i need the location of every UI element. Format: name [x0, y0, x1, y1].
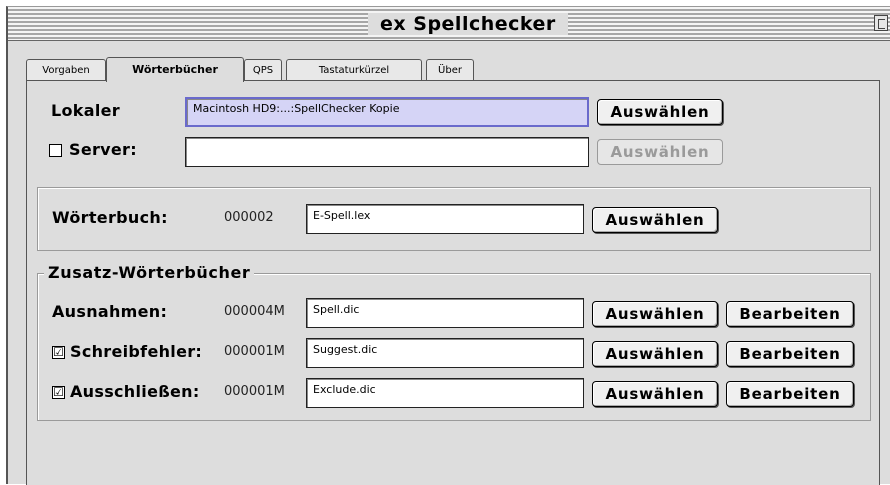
- ausschliessen-label: Ausschließen:: [70, 382, 200, 401]
- window-title: ex Spellchecker: [368, 13, 568, 35]
- ausnahmen-choose-button[interactable]: Auswählen: [592, 301, 718, 327]
- title-bar[interactable]: ex Spellchecker: [8, 7, 890, 41]
- spellchecker-window: ex Spellchecker Vorgaben Wörterbücher QP…: [6, 6, 890, 485]
- ausschliessen-edit-button[interactable]: Bearbeiten: [726, 381, 854, 407]
- woerterbuch-file-field[interactable]: E-Spell.lex: [306, 204, 584, 234]
- zoom-box-icon[interactable]: [874, 15, 888, 31]
- lokaler-path-field[interactable]: Macintosh HD9:...:SpellChecker Kopie: [185, 97, 589, 127]
- main-dictionary-group: Wörterbuch: 000002 E-Spell.lex Auswählen: [37, 187, 871, 251]
- extra-dictionaries-group: Zusatz-Wörterbücher Ausnahmen: 000004M S…: [37, 263, 871, 421]
- schreibfehler-file-field[interactable]: Suggest.dic: [306, 338, 584, 368]
- server-path-field[interactable]: [185, 137, 589, 167]
- tab-tastaturkuerzel[interactable]: Tastaturkürzel: [286, 59, 422, 80]
- schreibfehler-checkbox[interactable]: ☑: [52, 346, 65, 359]
- schreibfehler-label: Schreibfehler:: [70, 342, 203, 361]
- tab-ueber[interactable]: Über: [426, 59, 474, 80]
- server-label: Server:: [69, 140, 137, 159]
- server-checkbox[interactable]: [49, 144, 62, 157]
- lokaler-choose-button[interactable]: Auswählen: [597, 99, 723, 125]
- tab-woerterbuecher[interactable]: Wörterbücher: [106, 57, 244, 82]
- woerterbuch-code: 000002: [224, 210, 274, 225]
- ausschliessen-code: 000001M: [224, 384, 285, 399]
- ausnahmen-file-field[interactable]: Spell.dic: [306, 298, 584, 328]
- server-choose-button[interactable]: Auswählen: [597, 139, 723, 165]
- woerterbuch-label: Wörterbuch:: [52, 208, 168, 227]
- schreibfehler-choose-button[interactable]: Auswählen: [592, 341, 718, 367]
- ausschliessen-choose-button[interactable]: Auswählen: [592, 381, 718, 407]
- woerterbuch-choose-button[interactable]: Auswählen: [592, 207, 718, 233]
- ausschliessen-file-field[interactable]: Exclude.dic: [306, 378, 584, 408]
- tab-vorgaben[interactable]: Vorgaben: [26, 59, 106, 80]
- ausnahmen-code: 000004M: [224, 304, 285, 319]
- ausnahmen-label: Ausnahmen:: [52, 302, 168, 321]
- ausschliessen-checkbox[interactable]: ☑: [52, 386, 65, 399]
- lokaler-label: Lokaler: [51, 101, 120, 120]
- tab-qps[interactable]: QPS: [244, 59, 282, 80]
- ausnahmen-edit-button[interactable]: Bearbeiten: [726, 301, 854, 327]
- schreibfehler-code: 000001M: [224, 344, 285, 359]
- schreibfehler-edit-button[interactable]: Bearbeiten: [726, 341, 854, 367]
- woerterbuecher-panel: Lokaler Macintosh HD9:...:SpellChecker K…: [26, 80, 880, 485]
- extra-dictionaries-title: Zusatz-Wörterbücher: [44, 263, 255, 282]
